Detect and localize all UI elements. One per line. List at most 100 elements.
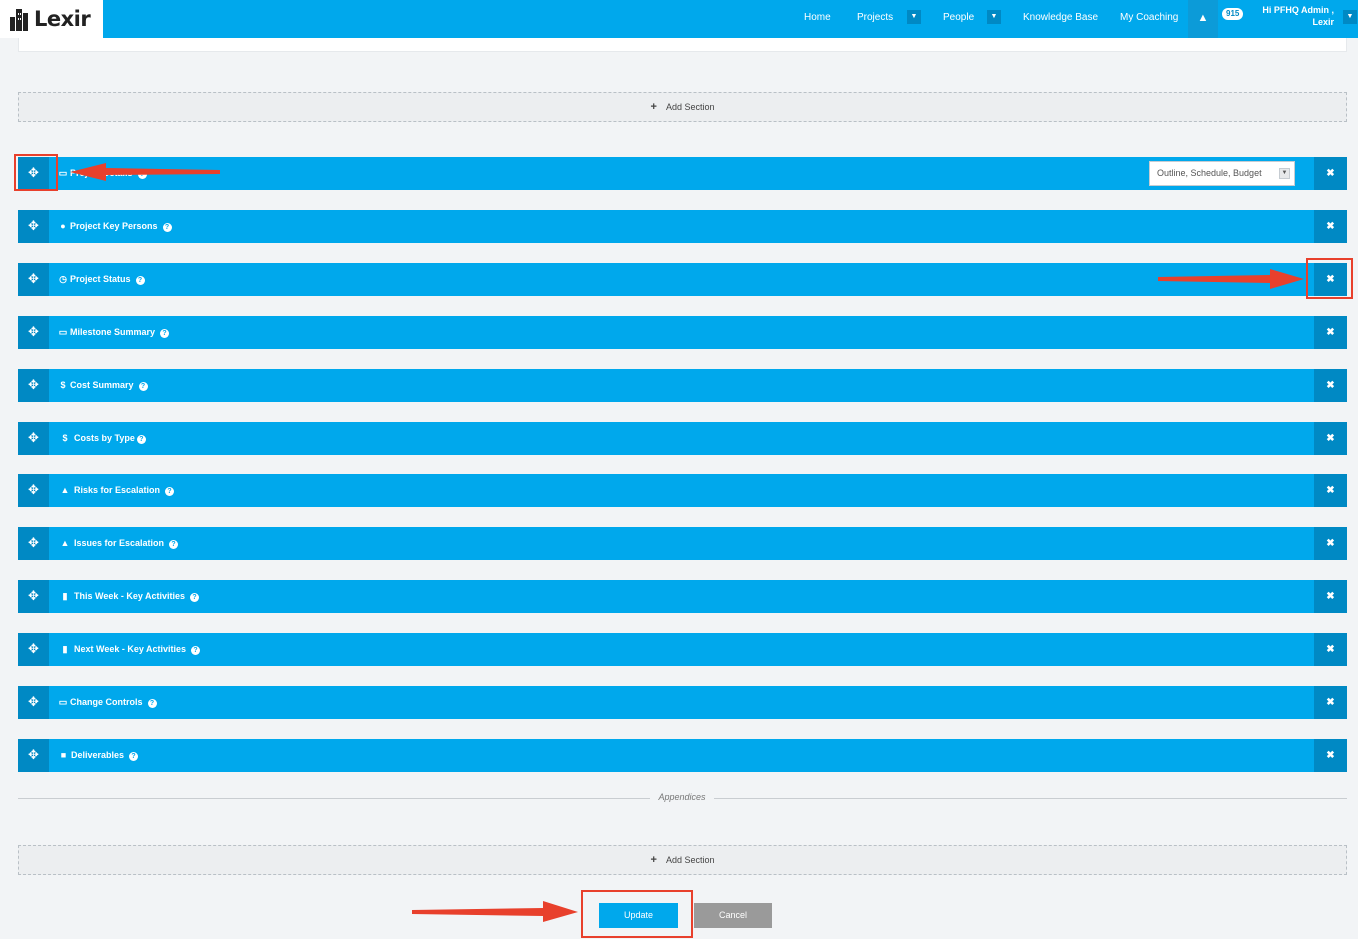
move-handle-icon[interactable]: ✥	[18, 210, 49, 243]
logo-text: Lexir	[34, 7, 91, 31]
section-row-project-status: ✥ ◷ Project Status? ✖	[18, 263, 1347, 296]
appendices-divider-left	[18, 798, 650, 799]
section-title: ● Project Key Persons?	[57, 210, 172, 243]
logo[interactable]: Lexir	[0, 0, 103, 38]
help-icon[interactable]: ?	[136, 435, 146, 444]
add-section-label: Add Section	[665, 102, 715, 112]
help-icon[interactable]: ?	[162, 223, 172, 232]
section-row-cost-summary: ✥ $ Cost Summary? ✖	[18, 369, 1347, 402]
move-handle-icon[interactable]: ✥	[18, 422, 49, 455]
section-row-costs-by-type: ✥ $ Costs by Type? ✖	[18, 422, 1347, 455]
remove-section-close-icon[interactable]: ✖	[1314, 157, 1347, 190]
help-icon[interactable]: ?	[191, 646, 201, 655]
warning-icon: ▲	[60, 485, 70, 495]
move-handle-icon[interactable]: ✥	[18, 263, 49, 296]
folder-icon: ▭	[58, 697, 68, 707]
user-menu[interactable]: Hi PFHQ Admin , Lexir	[1262, 4, 1334, 28]
add-appendix-section-button[interactable]: + Add Section	[18, 845, 1347, 875]
section-row-issues-for-escalation: ✥ ▲ Issues for Escalation? ✖	[18, 527, 1347, 560]
help-icon[interactable]: ?	[169, 540, 179, 549]
help-icon[interactable]: ?	[147, 699, 157, 708]
remove-section-close-icon[interactable]: ✖	[1314, 633, 1347, 666]
add-section-label: Add Section	[665, 855, 715, 865]
move-handle-icon[interactable]: ✥	[18, 580, 49, 613]
bookmark-icon: ▮	[62, 591, 68, 601]
users-icon: ●	[60, 221, 66, 231]
remove-section-close-icon[interactable]: ✖	[1314, 527, 1347, 560]
section-row-risks-for-escalation: ✥ ▲ Risks for Escalation? ✖	[18, 474, 1347, 507]
alerts-warning-icon[interactable]: ▲	[1188, 0, 1218, 38]
dollar-icon: $	[62, 433, 68, 443]
clock-icon: ◷	[59, 274, 67, 284]
nav-people[interactable]: People	[943, 0, 974, 38]
remove-section-close-icon[interactable]: ✖	[1314, 580, 1347, 613]
help-icon[interactable]: ?	[138, 382, 148, 391]
notification-badge[interactable]: 915	[1222, 8, 1244, 20]
remove-section-close-icon[interactable]: ✖	[1314, 369, 1347, 402]
add-section-button[interactable]: + Add Section	[18, 92, 1347, 122]
section-row-change-controls: ✥ ▭ Change Controls? ✖	[18, 686, 1347, 719]
plus-icon: +	[650, 101, 657, 113]
section-title: $ Costs by Type?	[57, 422, 146, 455]
help-icon[interactable]: ?	[165, 487, 175, 496]
projects-dropdown-icon[interactable]: ▼	[907, 10, 921, 24]
remove-section-close-icon[interactable]: ✖	[1314, 210, 1347, 243]
appendices-divider-right	[714, 798, 1347, 799]
remove-section-close-icon[interactable]: ✖	[1314, 474, 1347, 507]
chevron-down-icon: ▼	[1279, 168, 1290, 179]
appendices-label: Appendices	[658, 792, 706, 802]
section-title: ▭ Change Controls?	[57, 686, 157, 719]
help-icon[interactable]: ?	[137, 170, 147, 179]
top-navbar: Lexir Home Projects ▼ People ▼ Knowledge…	[0, 0, 1358, 38]
dollar-icon: $	[60, 380, 66, 390]
move-handle-icon[interactable]: ✥	[18, 686, 49, 719]
section-row-project-key-persons: ✥ ● Project Key Persons? ✖	[18, 210, 1347, 243]
section-title: $ Cost Summary?	[57, 369, 148, 402]
section-title: ▮ This Week - Key Activities?	[57, 580, 200, 613]
move-handle-icon[interactable]: ✥	[18, 316, 49, 349]
people-dropdown-icon[interactable]: ▼	[987, 10, 1001, 24]
help-icon[interactable]: ?	[190, 593, 200, 602]
section-title: ◷ Project Status?	[57, 263, 145, 296]
warning-icon: ▲	[60, 538, 70, 548]
move-handle-icon[interactable]: ✥	[18, 369, 49, 402]
nav-knowledge-base[interactable]: Knowledge Base	[1023, 0, 1098, 38]
section-title: ▲ Issues for Escalation?	[57, 527, 179, 560]
nav-my-coaching[interactable]: My Coaching	[1120, 0, 1178, 38]
user-company: Lexir	[1312, 17, 1334, 27]
move-handle-icon[interactable]: ✥	[18, 633, 49, 666]
section-row-deliverables: ✥ ■ Deliverables? ✖	[18, 739, 1347, 772]
remove-section-close-icon[interactable]: ✖	[1314, 739, 1347, 772]
remove-section-close-icon[interactable]: ✖	[1314, 686, 1347, 719]
help-icon[interactable]: ?	[135, 276, 145, 285]
help-icon[interactable]: ?	[129, 752, 139, 761]
section-title: ▭ Milestone Summary?	[57, 316, 170, 349]
nav-projects[interactable]: Projects	[857, 0, 893, 38]
move-handle-icon[interactable]: ✥	[18, 527, 49, 560]
bookmark-icon: ▮	[62, 644, 68, 654]
arrow-pointing-to-update-button-icon	[412, 901, 578, 922]
section-title: ▲ Risks for Escalation?	[57, 474, 175, 507]
move-handle-icon[interactable]: ✥	[18, 474, 49, 507]
user-greeting: Hi PFHQ Admin ,	[1262, 5, 1334, 15]
building-logo-icon	[10, 9, 28, 31]
annotation-highlight-update-button	[581, 890, 693, 938]
section-row-project-details: ✥ ▭ Project Details? Outline, Schedule, B…	[18, 157, 1347, 190]
remove-section-close-icon[interactable]: ✖	[1314, 316, 1347, 349]
nav-home[interactable]: Home	[804, 0, 831, 38]
user-dropdown-icon[interactable]: ▼	[1343, 10, 1357, 24]
cancel-button[interactable]: Cancel	[694, 903, 772, 928]
help-icon[interactable]: ?	[160, 329, 170, 338]
annotation-highlight-move-handle	[14, 154, 58, 191]
section-type-select[interactable]: Outline, Schedule, Budget ▼	[1149, 161, 1295, 186]
remove-section-close-icon[interactable]: ✖	[1314, 422, 1347, 455]
move-handle-icon[interactable]: ✥	[18, 739, 49, 772]
section-row-this-week-key-activities: ✥ ▮ This Week - Key Activities? ✖	[18, 580, 1347, 613]
truck-icon: ■	[60, 750, 67, 760]
section-title: ▮ Next Week - Key Activities?	[57, 633, 201, 666]
section-row-milestone-summary: ✥ ▭ Milestone Summary? ✖	[18, 316, 1347, 349]
calendar-icon: ▭	[58, 168, 68, 178]
section-row-next-week-key-activities: ✥ ▮ Next Week - Key Activities? ✖	[18, 633, 1347, 666]
plus-icon: +	[650, 854, 657, 866]
section-title: ▭ Project Details?	[57, 157, 147, 190]
